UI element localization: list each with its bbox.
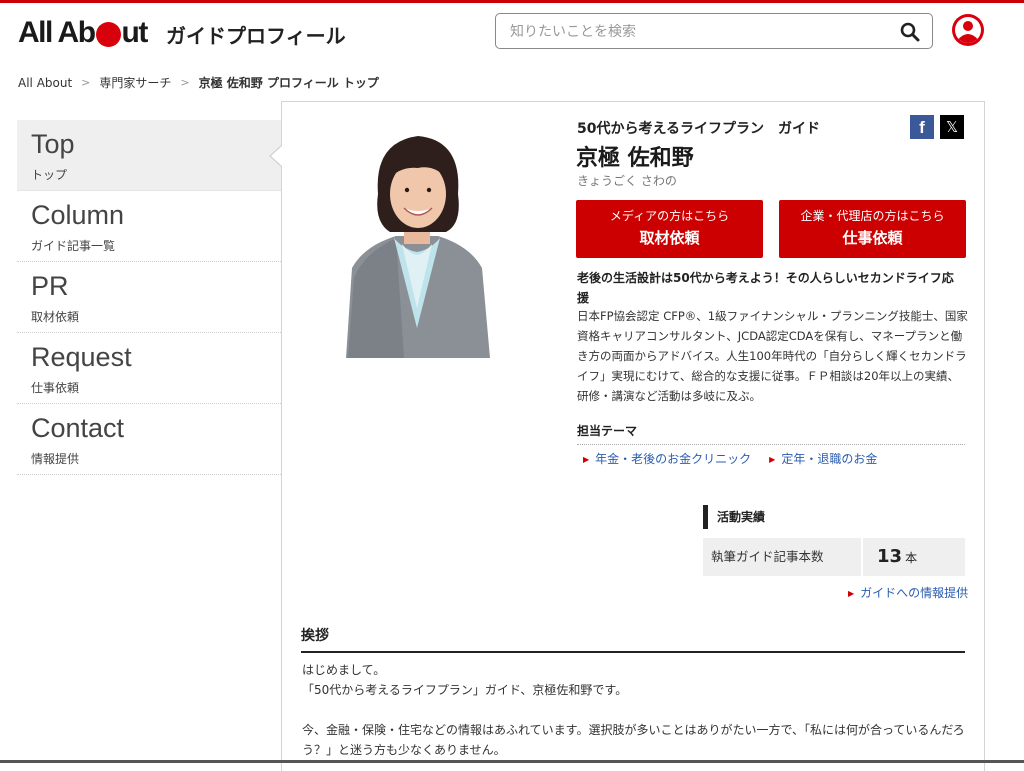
themes-list: ▶ 年金・老後のお金クリニック ▶ 定年・退職のお金: [583, 450, 895, 467]
breadcrumb-expert-search[interactable]: 専門家サーチ: [99, 74, 171, 91]
search-icon[interactable]: [900, 22, 920, 42]
article-count-number: 13: [877, 546, 903, 567]
allabout-logo[interactable]: All Ab ut: [18, 16, 149, 50]
sidebar-item-label: Column: [31, 200, 125, 230]
press-request-button[interactable]: メディアの方はこちら 取材依頼: [576, 200, 763, 258]
guide-theme-title: 50代から考えるライフプラン ガイド: [577, 121, 821, 137]
sidebar-item-contact[interactable]: Contact 情報提供: [17, 404, 281, 475]
press-request-sublabel: メディアの方はこちら: [609, 209, 730, 223]
work-request-label: 仕事依頼: [842, 229, 903, 247]
greeting-line: 「50代から考えるライフプラン」ガイド、京極佐和野です。: [302, 683, 628, 697]
greeting-line: 今、金融・保険・住宅などの情報はあふれています。選択肢が多いことはありがたい一方…: [302, 723, 965, 757]
user-account-icon[interactable]: [951, 13, 985, 47]
x-share-icon[interactable]: 𝕏: [940, 115, 964, 139]
sidebar-item-label: Top: [31, 129, 75, 159]
greeting-line: [302, 700, 968, 720]
guide-name-reading: きょうごく さわの: [577, 174, 677, 188]
press-request-label: 取材依頼: [639, 229, 700, 247]
sidebar-item-top[interactable]: Top トップ: [17, 120, 281, 191]
logo-red-dot: [95, 21, 121, 47]
work-request-sublabel: 企業・代理店の方はこちら: [800, 209, 945, 223]
top-accent-bar: [0, 0, 1024, 3]
greeting-heading: 挨拶: [301, 625, 965, 653]
sidebar-item-request[interactable]: Request 仕事依頼: [17, 333, 281, 404]
activity-heading: 活動実績: [703, 505, 765, 529]
theme-link-label: 定年・退職のお金: [781, 452, 878, 466]
guide-name: 京極 佐和野: [576, 146, 694, 171]
sidebar-item-label: Contact: [31, 413, 125, 443]
sidebar-item-sublabel: 情報提供: [31, 452, 80, 466]
logo-text-1: All Ab: [18, 16, 96, 49]
sidebar-item-sublabel: 取材依頼: [31, 310, 80, 324]
sidebar-item-label: PR: [31, 271, 69, 301]
info-provide-label: ガイドへの情報提供: [860, 586, 969, 600]
profile-catchphrase: 老後の生活設計は50代から考えよう！その人らしいセカンドライフ応援: [577, 271, 954, 305]
greeting-line: はじめまして。: [302, 663, 386, 677]
sidebar-item-label: Request: [31, 342, 132, 372]
sidebar-item-pr[interactable]: PR 取材依頼: [17, 262, 281, 333]
sidebar-nav: Top トップ Column ガイド記事一覧 PR 取材依頼 Request 仕…: [17, 120, 281, 475]
breadcrumb-home[interactable]: All About: [18, 76, 72, 90]
breadcrumb-separator: >: [81, 76, 91, 89]
greeting-body: はじめまして。 「50代から考えるライフプラン」ガイド、京極佐和野です。 今、金…: [302, 660, 968, 760]
article-count-unit: 本: [905, 551, 918, 565]
article-count-label: 執筆ガイド記事本数: [703, 538, 863, 576]
theme-link-retirement[interactable]: ▶ 定年・退職のお金: [769, 450, 877, 467]
themes-heading: 担当テーマ: [577, 422, 965, 445]
theme-link-pension[interactable]: ▶ 年金・老後のお金クリニック: [583, 450, 751, 467]
sidebar-item-sublabel: ガイド記事一覧: [31, 239, 116, 253]
search-box[interactable]: [495, 13, 933, 49]
info-provide-link[interactable]: ▶ ガイドへの情報提供: [848, 584, 968, 601]
article-count-value: 13 本: [863, 538, 917, 576]
theme-link-label: 年金・老後のお金クリニック: [595, 452, 752, 466]
site-subtitle: ガイドプロフィール: [166, 24, 346, 48]
search-input[interactable]: [508, 21, 872, 43]
sidebar-item-sublabel: 仕事依頼: [31, 381, 80, 395]
triangle-right-icon: ▶: [583, 455, 590, 464]
triangle-right-icon: ▶: [769, 455, 776, 464]
breadcrumb: All About > 専門家サーチ > 京極 佐和野 プロフィール トップ: [18, 74, 379, 91]
breadcrumb-current: 京極 佐和野 プロフィール トップ: [198, 76, 379, 90]
breadcrumb-separator: >: [180, 76, 190, 89]
logo-text-2: ut: [121, 16, 149, 49]
work-request-button[interactable]: 企業・代理店の方はこちら 仕事依頼: [779, 200, 966, 258]
triangle-right-icon: ▶: [848, 589, 855, 598]
active-tab-pointer-fill: [271, 146, 282, 166]
profile-bio: 日本FP協会認定 CFP®、1級ファイナンシャル・プランニング技能士、国家資格キ…: [577, 309, 968, 403]
sidebar-item-sublabel: トップ: [31, 168, 68, 182]
activity-stat-row: 執筆ガイド記事本数 13 本: [703, 538, 965, 576]
facebook-share-icon[interactable]: f: [910, 115, 934, 139]
guide-portrait-photo: [334, 128, 500, 358]
sidebar-item-column[interactable]: Column ガイド記事一覧: [17, 191, 281, 262]
